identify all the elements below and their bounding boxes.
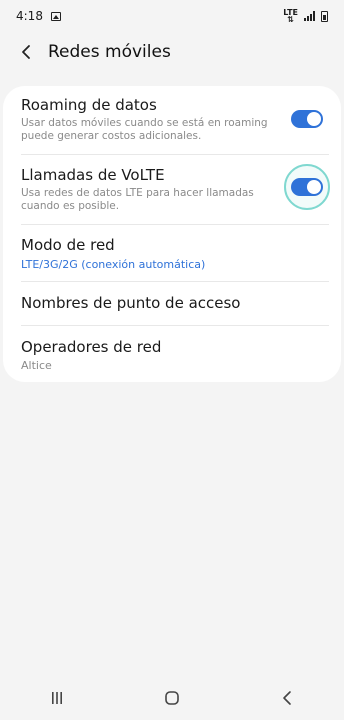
status-time: 4:18: [16, 9, 43, 23]
network-operators-value: Altice: [21, 359, 52, 372]
network-mode-row[interactable]: Modo de red LTE/3G/2G (conexión automáti…: [21, 236, 329, 276]
divider: [21, 325, 329, 326]
app-bar: Redes móviles: [0, 32, 344, 72]
nav-back-button[interactable]: [257, 678, 317, 718]
image-notification-icon: [50, 11, 61, 21]
roaming-text: Roaming de datos Usar datos móviles cuan…: [21, 96, 289, 143]
home-button[interactable]: [142, 678, 202, 718]
divider: [21, 154, 329, 155]
lte-label: LTE: [283, 8, 298, 17]
roaming-toggle[interactable]: [291, 110, 323, 128]
signal-icon: [304, 11, 315, 21]
recents-icon: [52, 692, 63, 704]
home-icon: [165, 691, 179, 705]
navigation-bar: [0, 676, 344, 720]
volte-title: Llamadas de VoLTE: [21, 166, 165, 184]
network-operators-row[interactable]: Operadores de red Altice: [21, 338, 329, 374]
roaming-row[interactable]: Roaming de datos Usar datos móviles cuan…: [21, 96, 329, 152]
page-title: Redes móviles: [48, 42, 171, 62]
status-left: 4:18: [16, 9, 61, 23]
network-operators-title: Operadores de red: [21, 338, 162, 356]
chevron-left-icon: [22, 45, 30, 59]
divider: [21, 281, 329, 282]
back-button[interactable]: [6, 32, 46, 72]
volte-description: Usa redes de datos LTE para hacer llamad…: [21, 187, 254, 212]
apn-row[interactable]: Nombres de punto de acceso: [21, 294, 329, 318]
recents-button[interactable]: [27, 678, 87, 718]
status-right: LTE ⇅: [283, 8, 328, 24]
volte-toggle[interactable]: [291, 178, 323, 196]
status-bar: 4:18 LTE ⇅: [0, 0, 344, 32]
roaming-title: Roaming de datos: [21, 96, 157, 114]
battery-icon: [321, 10, 328, 22]
back-icon: [282, 691, 291, 705]
lte-icon: LTE ⇅: [283, 8, 298, 24]
volte-text: Llamadas de VoLTE Usa redes de datos LTE…: [21, 166, 289, 213]
apn-title: Nombres de punto de acceso: [21, 294, 241, 312]
divider: [21, 224, 329, 225]
network-mode-value: LTE/3G/2G (conexión automática): [21, 258, 206, 271]
settings-card: Roaming de datos Usar datos móviles cuan…: [3, 86, 341, 382]
network-mode-title: Modo de red: [21, 236, 115, 254]
volte-row[interactable]: Llamadas de VoLTE Usa redes de datos LTE…: [21, 166, 329, 222]
roaming-description: Usar datos móviles cuando se está en roa…: [21, 117, 268, 142]
